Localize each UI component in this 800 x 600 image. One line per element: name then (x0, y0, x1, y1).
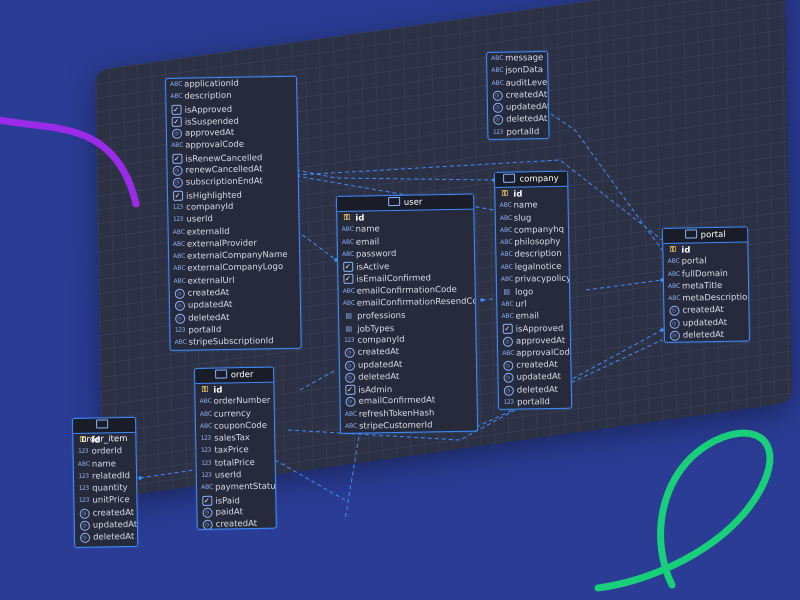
scene: ABC applicationId ABC description ✓ isApprove… (0, 0, 800, 600)
green-ribbon-decoration (594, 429, 774, 592)
